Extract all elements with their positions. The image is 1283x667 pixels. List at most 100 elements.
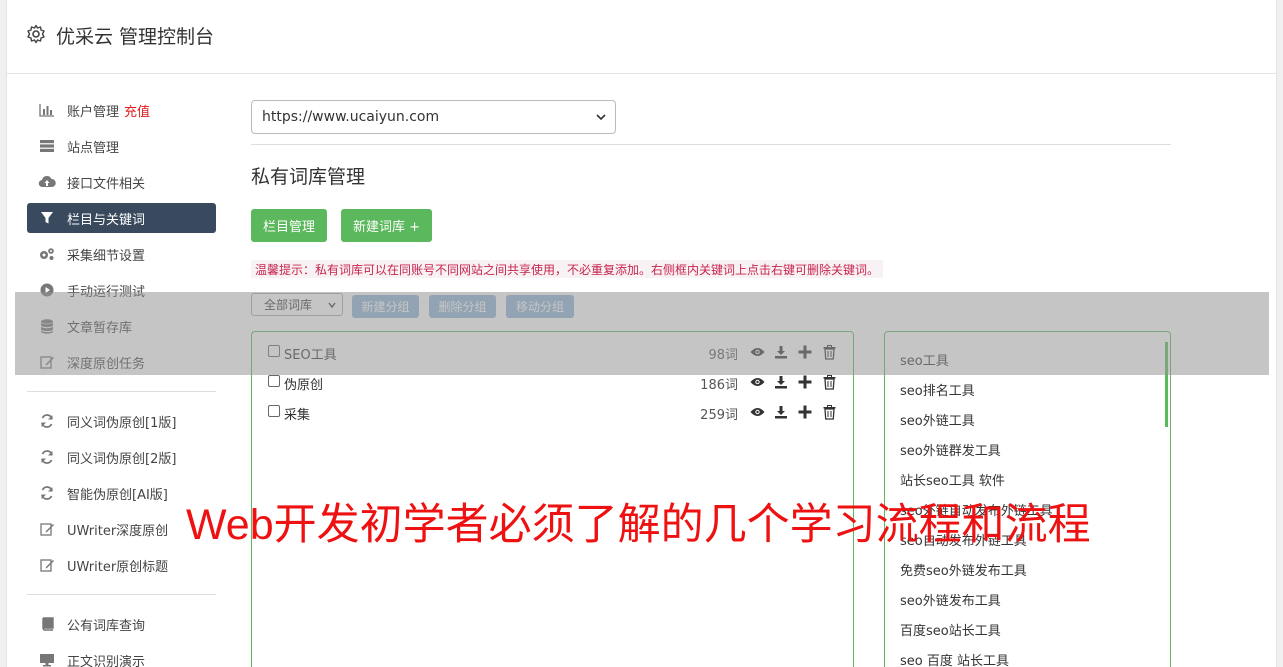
desktop-icon <box>37 652 57 667</box>
group-actions <box>749 344 837 360</box>
eye-icon[interactable] <box>749 344 765 360</box>
sidebar-item-label: 智能伪原创[AI版] <box>67 487 168 503</box>
trash-icon[interactable] <box>821 344 837 360</box>
sidebar-item-interface[interactable]: 接口文件相关 <box>27 167 216 197</box>
server-icon <box>37 138 57 154</box>
sidebar-item-label: 同义词伪原创[2版] <box>67 451 177 467</box>
refresh-icon <box>37 413 57 429</box>
move-group-button[interactable]: 移动分组 <box>506 295 574 318</box>
delete-group-button[interactable]: 删除分组 <box>429 295 496 318</box>
plus-icon[interactable] <box>797 404 813 420</box>
sidebar-item-label: 正文识别演示 <box>67 654 146 667</box>
sidebar-item-deep-original[interactable]: 深度原创任务 <box>27 347 216 377</box>
sidebar-item-account[interactable]: 账户管理 充值 <box>27 95 216 125</box>
keyword-item[interactable]: 百度seo站长工具 <box>885 612 1170 642</box>
sidebar-divider <box>27 391 216 392</box>
group-name[interactable]: 采集 <box>284 404 310 423</box>
sidebar-item-text-recognition[interactable]: 正文识别演示 <box>27 645 216 667</box>
plus-icon[interactable] <box>797 344 813 360</box>
group-count: 259词 <box>700 408 738 423</box>
new-group-button[interactable]: 新建分组 <box>352 295 419 318</box>
group-checkbox[interactable] <box>268 375 280 387</box>
sidebar-item-label: 同义词伪原创[1版] <box>67 415 177 431</box>
page-title: 优采云 管理控制台 <box>56 26 215 48</box>
edit-icon <box>37 557 57 573</box>
sidebar-item-label: 接口文件相关 <box>67 176 146 192</box>
sidebar-item-label: 深度原创任务 <box>67 356 146 372</box>
sidebar-item-sites[interactable]: 站点管理 <box>27 131 216 161</box>
sidebar-item-uwriter-title[interactable]: UWriter原创标题 <box>27 550 216 580</box>
page-header: 优采云 管理控制台 <box>7 0 1276 74</box>
keyword-item[interactable]: seo排名工具 <box>885 372 1170 402</box>
trash-icon[interactable] <box>821 404 837 420</box>
chevron-down-icon <box>328 302 336 309</box>
sidebar-item-article-store[interactable]: 文章暂存库 <box>27 311 216 341</box>
group-name[interactable]: 伪原创 <box>284 374 323 393</box>
sidebar-item-manual-run[interactable]: 手动运行测试 <box>27 275 216 305</box>
group-actions <box>749 374 837 390</box>
recharge-link[interactable]: 充值 <box>124 101 150 120</box>
gears-icon <box>37 246 57 262</box>
sidebar-item-label: UWriter深度原创 <box>67 523 169 539</box>
keyword-item[interactable]: seo外链工具 <box>885 402 1170 432</box>
download-icon[interactable] <box>773 374 789 390</box>
gear-icon <box>27 24 45 44</box>
trash-icon[interactable] <box>821 374 837 390</box>
eye-icon[interactable] <box>749 374 765 390</box>
column-manage-button[interactable]: 栏目管理 <box>251 209 327 242</box>
edit-icon <box>37 521 57 537</box>
sidebar-item-label: 公有词库查询 <box>67 618 146 634</box>
scrollbar[interactable] <box>1165 342 1168 427</box>
group-count: 98词 <box>708 348 738 363</box>
keyword-item[interactable]: 免费seo外链发布工具 <box>885 552 1170 582</box>
sidebar-item-columns-keywords[interactable]: 栏目与关键词 <box>27 203 216 233</box>
keyword-item[interactable]: seo工具 <box>885 332 1170 372</box>
site-select[interactable]: https://www.ucaiyun.com <box>251 100 616 134</box>
refresh-icon <box>37 485 57 501</box>
database-icon <box>37 318 57 334</box>
group-checkbox[interactable] <box>268 345 280 357</box>
divider <box>251 144 1171 145</box>
group-actions <box>749 404 837 420</box>
list-item: 伪原创 186词 <box>252 362 853 393</box>
list-item: SEO工具 98词 <box>252 332 853 363</box>
lexicon-filter-value: 全部词库 <box>264 298 313 312</box>
cloud-upload-icon <box>37 174 57 190</box>
keyword-item[interactable]: seo 百度 站长工具 <box>885 642 1170 667</box>
sidebar-item-synonym-v2[interactable]: 同义词伪原创[2版] <box>27 442 216 472</box>
keyword-item[interactable]: seo外链发布工具 <box>885 582 1170 612</box>
eye-icon[interactable] <box>749 404 765 420</box>
refresh-icon <box>37 449 57 465</box>
section-title: 私有词库管理 <box>251 166 366 188</box>
download-icon[interactable] <box>773 404 789 420</box>
sidebar-item-label: 账户管理 <box>67 104 120 120</box>
book-icon <box>37 616 57 632</box>
filter-icon <box>37 210 57 226</box>
lexicon-filter-select[interactable]: 全部词库 <box>251 293 343 316</box>
sidebar-item-label: 采集细节设置 <box>67 248 146 264</box>
sidebar-item-synonym-v1[interactable]: 同义词伪原创[1版] <box>27 406 216 436</box>
list-item: 采集 259词 <box>252 392 853 423</box>
play-circle-icon <box>37 282 57 298</box>
bar-chart-icon <box>37 102 57 118</box>
sidebar-item-label: 文章暂存库 <box>67 320 133 336</box>
chevron-down-icon <box>596 114 606 121</box>
group-name[interactable]: SEO工具 <box>284 344 337 363</box>
new-lexicon-button[interactable]: 新建词库 + <box>341 209 432 242</box>
site-select-value: https://www.ucaiyun.com <box>262 109 440 125</box>
plus-icon[interactable] <box>797 374 813 390</box>
sidebar: 账户管理 充值 站点管理 接口文件相关 栏目与关键词 采集细节设置 手动运行测试… <box>27 95 216 667</box>
group-checkbox[interactable] <box>268 405 280 417</box>
download-icon[interactable] <box>773 344 789 360</box>
keyword-item[interactable]: 站长seo工具 软件 <box>885 462 1170 492</box>
sidebar-item-label: 栏目与关键词 <box>67 212 146 228</box>
overlay-headline: Web开发初学者必须了解的几个学习流程和流程 <box>186 501 1091 549</box>
sidebar-item-collect-settings[interactable]: 采集细节设置 <box>27 239 216 269</box>
group-count: 186词 <box>700 378 738 393</box>
sidebar-item-public-lexicon[interactable]: 公有词库查询 <box>27 609 216 639</box>
sidebar-item-label: UWriter原创标题 <box>67 559 169 575</box>
keyword-item[interactable]: seo外链群发工具 <box>885 432 1170 462</box>
sidebar-item-label: 站点管理 <box>67 140 120 156</box>
sidebar-item-label: 手动运行测试 <box>67 284 146 300</box>
edit-icon <box>37 354 57 370</box>
